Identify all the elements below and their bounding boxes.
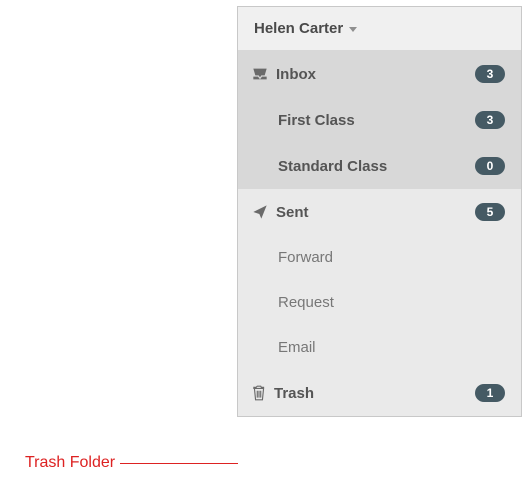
folder-sent[interactable]: Sent 5 <box>238 189 521 235</box>
subfolder-count-badge: 0 <box>475 157 505 175</box>
subfolder-label: Forward <box>278 249 333 266</box>
subfolder-request[interactable]: Request <box>238 280 521 325</box>
folder-count-badge: 1 <box>475 384 505 402</box>
chevron-down-icon <box>349 27 357 32</box>
folder-inbox[interactable]: Inbox 3 <box>238 51 521 97</box>
mail-sidebar: Helen Carter Inbox 3 First Class 3 Stand… <box>237 6 522 417</box>
subfolder-label: Request <box>278 294 334 311</box>
subfolder-count-badge: 3 <box>475 111 505 129</box>
folder-label: Sent <box>276 204 309 221</box>
folder-label: Trash <box>274 385 314 402</box>
subfolder-label: First Class <box>278 112 355 129</box>
subfolder-first-class[interactable]: First Class 3 <box>238 97 521 143</box>
subfolder-forward[interactable]: Forward <box>238 235 521 280</box>
inbox-icon <box>252 67 268 81</box>
folder-count-badge: 5 <box>475 203 505 221</box>
subfolder-label: Standard Class <box>278 158 387 175</box>
trash-icon <box>252 385 266 401</box>
folder-label: Inbox <box>276 66 316 83</box>
annotation-line <box>120 463 238 464</box>
subfolder-label: Email <box>278 339 316 356</box>
subfolder-email[interactable]: Email <box>238 325 521 370</box>
user-menu[interactable]: Helen Carter <box>238 7 521 51</box>
subfolder-standard-class[interactable]: Standard Class 0 <box>238 143 521 189</box>
annotation-label: Trash Folder <box>25 454 115 472</box>
paper-plane-icon <box>252 204 268 220</box>
user-name: Helen Carter <box>254 20 343 37</box>
folder-count-badge: 3 <box>475 65 505 83</box>
folder-trash[interactable]: Trash 1 <box>238 370 521 416</box>
